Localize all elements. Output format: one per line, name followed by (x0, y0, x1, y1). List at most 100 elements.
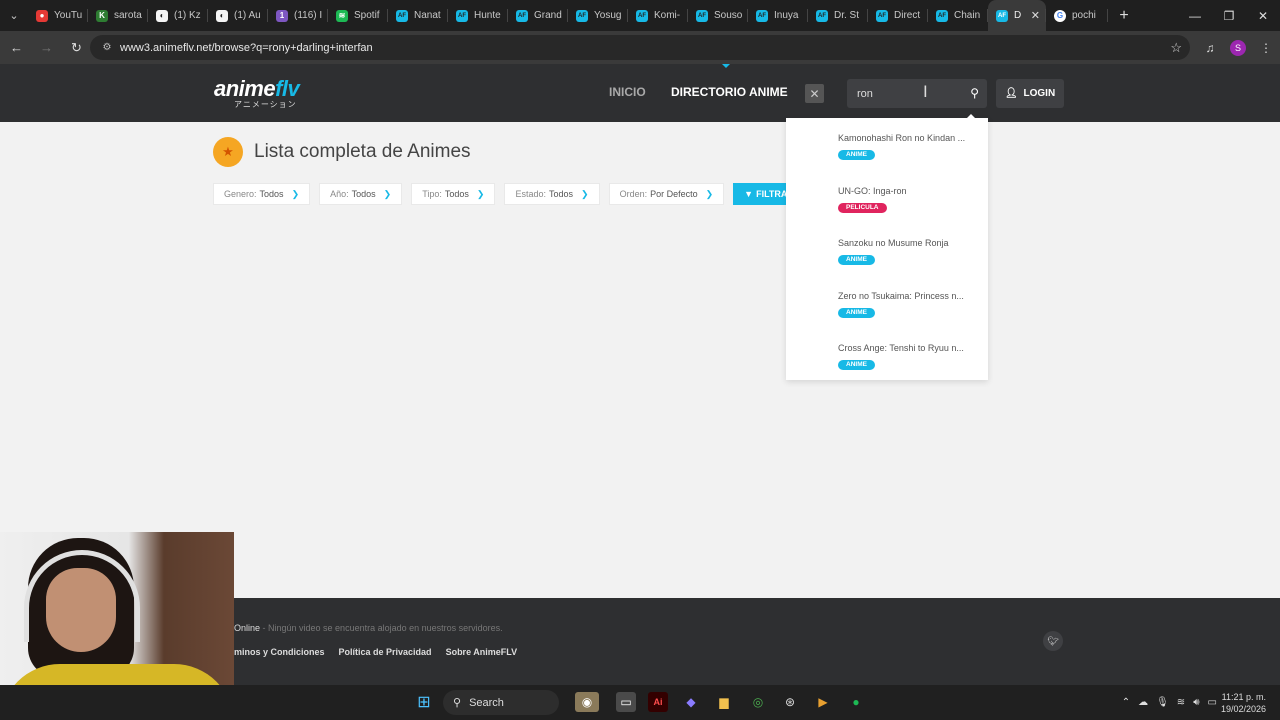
browser-tab[interactable]: AF Dr. St (808, 0, 868, 31)
bookmark-star-icon[interactable]: ☆ (1170, 40, 1182, 56)
windows-taskbar: ⊞ ⚲ Search ◉ ▭ Ai ◆ ▆ ◎ ⊛ ▶ ● ⌃ ☁ 🎙︎ ≋ 🔊︎… (0, 685, 1280, 720)
twitter-icon[interactable]: 🐦︎ (1043, 631, 1063, 651)
browser-menu-icon[interactable]: ⋮ (1252, 41, 1280, 55)
suggestion-item[interactable]: Kamonohashi Ron no Kindan ... ANIME (786, 124, 988, 176)
footer-link-terminos[interactable]: minos y Condiciones (234, 647, 325, 657)
filter-label: Tipo: (422, 189, 442, 199)
browser-tab[interactable]: AF Nanat (388, 0, 448, 31)
tab-favicon-icon: AF (516, 9, 528, 22)
search-icon[interactable]: ⚲ (970, 86, 979, 100)
nav-inicio[interactable]: INICIO (609, 85, 646, 99)
widgets-icon[interactable]: ◉ (575, 692, 599, 712)
address-bar[interactable]: ⚙ www3.animeflv.net/browse?q=rony+darlin… (90, 35, 1190, 60)
text-cursor-icon: Ι (923, 82, 928, 101)
chrome-icon[interactable]: ◎ (748, 692, 768, 712)
file-explorer-icon[interactable]: ▆ (714, 692, 734, 712)
reload-icon[interactable]: ↻ (63, 34, 90, 61)
minimize-icon[interactable]: — (1178, 0, 1212, 31)
copilot-icon[interactable]: ◆ (681, 692, 701, 712)
browser-tab[interactable]: ≋ Spotif (328, 0, 388, 31)
steam-icon[interactable]: ⊛ (780, 692, 800, 712)
browser-tab[interactable]: ● YouTu (28, 0, 88, 31)
browser-tab[interactable]: ◐ (1) Kz (148, 0, 208, 31)
filter-estado[interactable]: Estado: Todos ❯ (504, 183, 600, 205)
tab-favicon-icon: 1 (276, 9, 288, 22)
filter-label: Genero: (224, 189, 257, 199)
media-controls-icon[interactable]: ♫ (1196, 41, 1224, 55)
volume-icon[interactable]: 🔊︎ (1193, 697, 1199, 708)
taskbar-search[interactable]: ⚲ Search (443, 690, 559, 715)
clock-time: 11:21 p. m. (1221, 691, 1266, 702)
tab-favicon-icon: AF (636, 9, 648, 22)
browser-tab[interactable]: AF Grand (508, 0, 568, 31)
back-arrow-icon[interactable]: ← (3, 34, 30, 61)
browser-tab[interactable]: AF Direct (868, 0, 928, 31)
browser-tab[interactable]: AF Inuya (748, 0, 808, 31)
header-indicator (722, 64, 730, 68)
browser-tab[interactable]: AF Komi- (628, 0, 688, 31)
tab-search-chevron-icon[interactable]: ⌄ (0, 0, 28, 31)
search-input[interactable] (847, 79, 957, 108)
windows-start-icon[interactable]: ⊞ (414, 692, 434, 712)
browser-tab[interactable]: AF Yosug (568, 0, 628, 31)
browser-tab[interactable]: 1 (116) I (268, 0, 328, 31)
type-badge: ANIME (838, 255, 875, 265)
new-tab-button[interactable]: + (1112, 7, 1136, 25)
footer-link-privacidad[interactable]: Política de Privacidad (339, 647, 432, 657)
tab-label: Spotif (354, 10, 380, 21)
wifi-icon[interactable]: ≋ (1177, 697, 1185, 708)
close-window-icon[interactable]: ✕ (1246, 0, 1280, 31)
tab-active[interactable]: AF D ✕ (988, 0, 1046, 31)
url-text[interactable]: www3.animeflv.net/browse?q=rony+darling+… (120, 42, 373, 54)
suggestion-item[interactable]: UN-GO: Inga-ron PELICULA (786, 177, 988, 229)
task-view-icon[interactable]: ▭ (616, 692, 636, 712)
maximize-icon[interactable]: ❐ (1212, 0, 1246, 31)
user-icon: 👤︎ (1004, 88, 1018, 99)
onedrive-icon[interactable]: ☁ (1138, 697, 1148, 708)
dropdown-caret (966, 114, 976, 119)
logo-subtitle: アニメーション (234, 100, 297, 109)
tab-favicon-icon: AF (396, 9, 408, 22)
filter-tipo[interactable]: Tipo: Todos ❯ (411, 183, 496, 205)
filter-ano[interactable]: Año: Todos ❯ (319, 183, 403, 205)
browser-tab[interactable]: AF Hunte (448, 0, 508, 31)
site-info-icon[interactable]: ⚙ (94, 42, 120, 53)
filter-value: Todos (259, 189, 284, 199)
taskbar-search-label: Search (469, 696, 504, 709)
tab-google[interactable]: G pochi (1046, 0, 1108, 31)
media-player-icon[interactable]: ▶ (813, 692, 833, 712)
battery-icon[interactable]: ▭ (1208, 697, 1217, 708)
illustrator-icon[interactable]: Ai (648, 692, 668, 712)
x-close-icon[interactable]: ✕ (805, 84, 824, 103)
tab-favicon-icon: AF (816, 9, 828, 22)
tab-favicon-icon: K (96, 9, 108, 22)
footer-link-sobre[interactable]: Sobre AnimeFLV (446, 647, 518, 657)
browser-tab[interactable]: AF Souso (688, 0, 748, 31)
tray-chevron-icon[interactable]: ⌃ (1122, 697, 1130, 708)
filter-orden[interactable]: Orden: Por Defecto ❯ (608, 183, 725, 205)
suggestion-item[interactable]: Cross Ange: Tenshi to Ryuu n... ANIME (786, 334, 988, 386)
login-button[interactable]: 👤︎ LOGIN (996, 79, 1064, 108)
suggestion-item[interactable]: Sanzoku no Musume Ronja ANIME (786, 229, 988, 281)
filter-label: Orden: (619, 189, 648, 199)
filter-funnel-icon: ▼ (744, 189, 754, 199)
chevron-down-icon: ❯ (705, 188, 714, 199)
microphone-icon[interactable]: 🎙︎ (1156, 697, 1169, 708)
browser-tab[interactable]: Ksarota (88, 0, 148, 31)
tab-favicon-icon: ≋ (336, 9, 348, 22)
suggestion-title: Kamonohashi Ron no Kindan ... (838, 133, 966, 143)
tab-favicon-icon: AF (756, 9, 768, 22)
spotify-icon[interactable]: ● (846, 692, 866, 712)
suggestion-title: Zero no Tsukaima: Princess n... (838, 291, 964, 301)
forward-arrow-icon[interactable]: → (33, 34, 60, 61)
system-clock[interactable]: 11:21 p. m. 19/02/2026 (1221, 691, 1266, 715)
suggestion-item[interactable]: Zero no Tsukaima: Princess n... ANIME (786, 282, 988, 334)
nav-directorio-anime[interactable]: DIRECTORIO ANIME (671, 85, 788, 99)
browser-tab[interactable]: ◐ (1) Au (208, 0, 268, 31)
filter-value: Por Defecto (650, 189, 698, 199)
profile-avatar[interactable]: S (1230, 39, 1246, 56)
filter-genero[interactable]: Genero: Todos ❯ (213, 183, 311, 205)
animeflv-logo[interactable]: animeflv アニメーション (214, 76, 300, 110)
browser-tab[interactable]: AF Chain (928, 0, 988, 31)
close-tab-icon[interactable]: ✕ (1031, 9, 1040, 22)
